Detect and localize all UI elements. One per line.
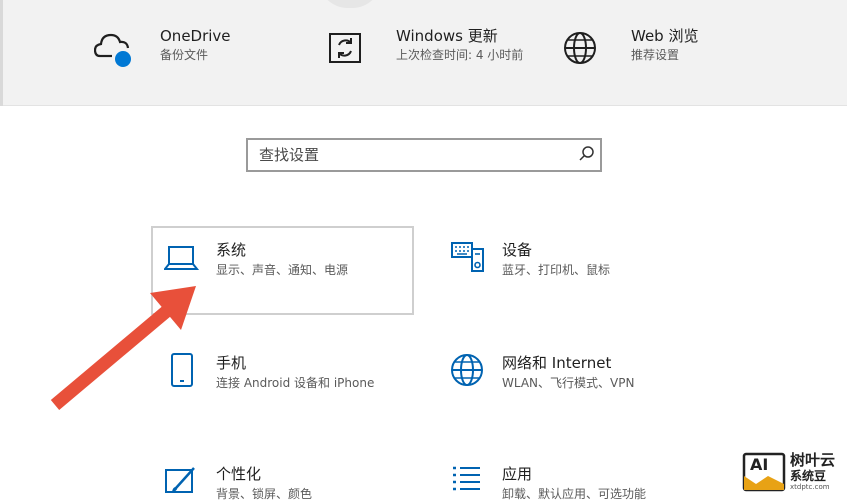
watermark-url-text: xtdptc.com [790, 483, 830, 491]
watermark-brand-text: 系统豆 [790, 469, 827, 483]
watermark-main-text: 树叶云 [790, 451, 836, 469]
annotation-arrow-icon [50, 286, 196, 410]
watermark-logo-text: AI [750, 455, 769, 474]
watermark: AI 树叶云 系统豆 xtdptc.com [742, 452, 835, 492]
watermark-logo: AI [742, 452, 786, 492]
